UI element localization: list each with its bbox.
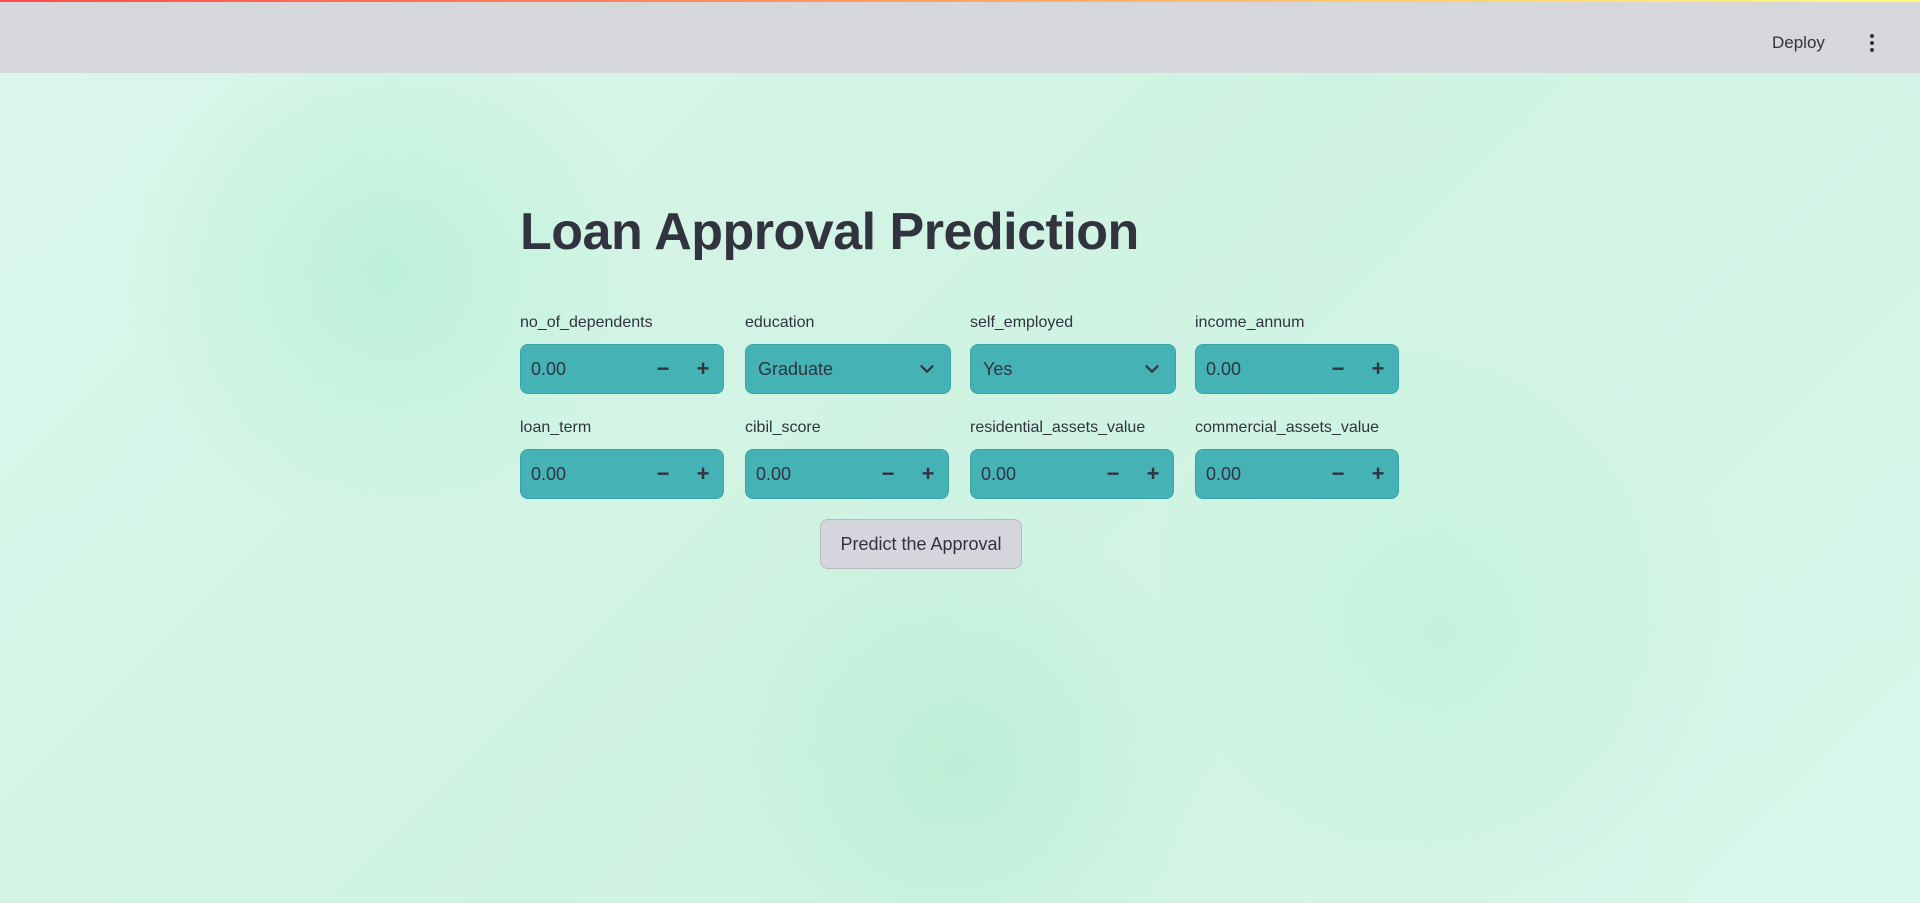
commercial-assets-value-label: commercial_assets_value xyxy=(1195,419,1380,436)
decrement-button[interactable]: − xyxy=(1093,450,1133,498)
education-selected-value: Graduate xyxy=(758,358,834,379)
residential-assets-value-label: residential_assets_value xyxy=(970,419,1146,436)
commercial-assets-value-input[interactable]: 0.00 − + xyxy=(1195,449,1399,499)
cibil-score-input[interactable]: 0.00 − + xyxy=(745,449,949,499)
increment-button[interactable]: + xyxy=(1358,450,1398,498)
deploy-button[interactable]: Deploy xyxy=(1772,28,1825,58)
commercial-assets-value-value[interactable]: 0.00 xyxy=(1196,464,1318,485)
increment-button[interactable]: + xyxy=(683,450,723,498)
cibil-score-label: cibil_score xyxy=(745,419,821,436)
increment-button[interactable]: + xyxy=(908,450,948,498)
self-employed-select[interactable]: Yes xyxy=(970,344,1176,394)
chevron-down-icon xyxy=(920,365,934,373)
decrement-button[interactable]: − xyxy=(643,345,683,393)
top-decoration-line xyxy=(0,0,1920,2)
residential-assets-value-value[interactable]: 0.00 xyxy=(971,464,1093,485)
predict-approval-button[interactable]: Predict the Approval xyxy=(820,519,1022,569)
loan-term-input[interactable]: 0.00 − + xyxy=(520,449,724,499)
self-employed-selected-value: Yes xyxy=(983,358,1013,379)
increment-button[interactable]: + xyxy=(683,345,723,393)
education-select[interactable]: Graduate xyxy=(745,344,951,394)
income-annum-input[interactable]: 0.00 − + xyxy=(1195,344,1399,394)
page-title: Loan Approval Prediction xyxy=(520,203,1139,261)
education-label: education xyxy=(745,314,815,331)
no-of-dependents-label: no_of_dependents xyxy=(520,314,653,331)
chevron-down-icon xyxy=(1145,365,1159,373)
kebab-dot xyxy=(1870,48,1874,52)
decrement-button[interactable]: − xyxy=(643,450,683,498)
app-header: Deploy xyxy=(0,0,1920,73)
loan-term-value[interactable]: 0.00 xyxy=(521,464,643,485)
loan-term-label: loan_term xyxy=(520,419,592,436)
kebab-dot xyxy=(1870,41,1874,45)
self-employed-label: self_employed xyxy=(970,314,1074,331)
decrement-button[interactable]: − xyxy=(1318,450,1358,498)
decrement-button[interactable]: − xyxy=(868,450,908,498)
residential-assets-value-input[interactable]: 0.00 − + xyxy=(970,449,1174,499)
kebab-menu-icon[interactable] xyxy=(1862,30,1882,56)
no-of-dependents-input[interactable]: 0.00 − + xyxy=(520,344,724,394)
kebab-dot xyxy=(1870,34,1874,38)
increment-button[interactable]: + xyxy=(1358,345,1398,393)
decrement-button[interactable]: − xyxy=(1318,345,1358,393)
no-of-dependents-value[interactable]: 0.00 xyxy=(521,359,643,380)
income-annum-value[interactable]: 0.00 xyxy=(1196,359,1318,380)
increment-button[interactable]: + xyxy=(1133,450,1173,498)
income-annum-label: income_annum xyxy=(1195,314,1305,331)
cibil-score-value[interactable]: 0.00 xyxy=(746,464,868,485)
